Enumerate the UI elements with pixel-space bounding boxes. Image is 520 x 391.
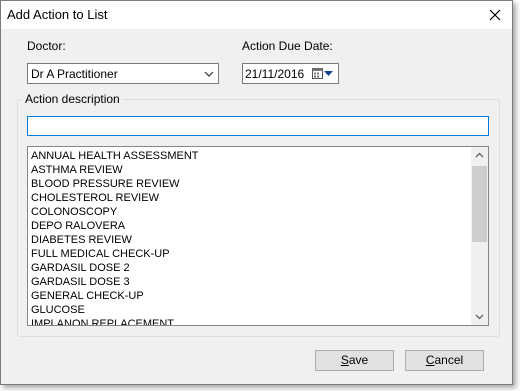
doctor-selected-value: Dr A Practitioner bbox=[31, 67, 118, 81]
list-item[interactable]: GENERAL CHECK-UP bbox=[31, 289, 199, 303]
doctor-select[interactable]: Dr A Practitioner bbox=[27, 63, 219, 84]
chevron-down-icon bbox=[475, 314, 484, 320]
close-button[interactable] bbox=[484, 4, 506, 26]
calendar-icon[interactable] bbox=[312, 67, 323, 79]
due-date-value: 21/11/2016 bbox=[245, 67, 305, 81]
action-list[interactable]: ANNUAL HEALTH ASSESSMENT ASTHMA REVIEW BLO… bbox=[27, 146, 489, 326]
doctor-label: Doctor: bbox=[27, 39, 66, 53]
add-action-dialog: Add Action to List Doctor: Dr A Practiti… bbox=[0, 0, 513, 385]
save-button[interactable]: Save bbox=[315, 350, 394, 371]
due-date-picker[interactable]: 21/11/2016 bbox=[242, 63, 339, 84]
list-item[interactable]: FULL MEDICAL CHECK-UP bbox=[31, 247, 199, 261]
cancel-button[interactable]: Cancel bbox=[405, 350, 484, 371]
scroll-up-button[interactable] bbox=[471, 147, 488, 164]
window-title: Add Action to List bbox=[7, 7, 108, 22]
date-dropdown-icon[interactable] bbox=[324, 70, 333, 77]
close-icon bbox=[489, 9, 501, 21]
save-label: ave bbox=[348, 353, 369, 367]
list-item[interactable]: GLUCOSE bbox=[31, 303, 199, 317]
cancel-label: ancel bbox=[434, 353, 464, 367]
chevron-down-icon bbox=[204, 71, 214, 77]
list-item[interactable]: DEPO RALOVERA bbox=[31, 219, 199, 233]
save-accel: S bbox=[340, 353, 349, 367]
chevron-up-icon bbox=[475, 152, 484, 158]
list-item[interactable]: COLONOSCOPY bbox=[31, 205, 199, 219]
due-date-label: Action Due Date: bbox=[242, 39, 333, 53]
list-item[interactable]: BLOOD PRESSURE REVIEW bbox=[31, 177, 199, 191]
scroll-thumb[interactable] bbox=[472, 166, 487, 242]
list-item[interactable]: IMPLANON REPLACEMENT bbox=[31, 317, 199, 325]
scroll-down-button[interactable] bbox=[471, 308, 488, 325]
action-description-input[interactable] bbox=[27, 116, 489, 136]
action-description-label: Action description bbox=[23, 92, 122, 106]
list-item[interactable]: GARDASIL DOSE 2 bbox=[31, 261, 199, 275]
list-item[interactable]: GARDASIL DOSE 3 bbox=[31, 275, 199, 289]
list-item[interactable]: ANNUAL HEALTH ASSESSMENT bbox=[31, 149, 199, 163]
vertical-scrollbar[interactable] bbox=[471, 147, 488, 325]
title-bar: Add Action to List bbox=[1, 1, 512, 29]
list-item[interactable]: CHOLESTEROL REVIEW bbox=[31, 191, 199, 205]
action-list-items: ANNUAL HEALTH ASSESSMENT ASTHMA REVIEW BLO… bbox=[31, 149, 199, 325]
list-item[interactable]: DIABETES REVIEW bbox=[31, 233, 199, 247]
list-item[interactable]: ASTHMA REVIEW bbox=[31, 163, 199, 177]
